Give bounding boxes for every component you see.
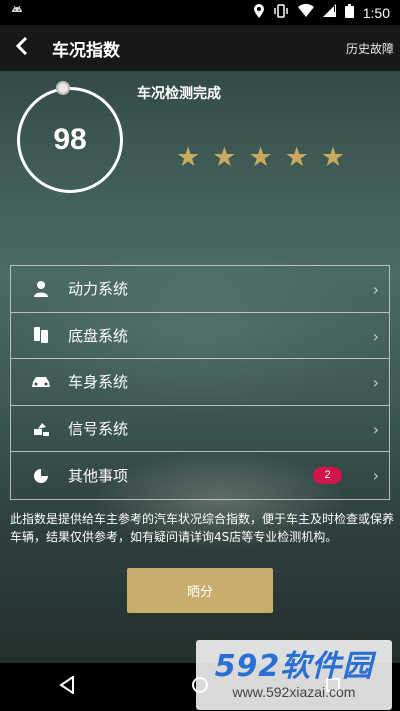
chevron-right-icon: › xyxy=(372,280,379,299)
chevron-right-icon: › xyxy=(372,373,379,393)
pie-icon xyxy=(29,464,53,488)
system-item-power[interactable]: 动力系统 › xyxy=(11,266,389,313)
watermark: 592软件园 www.592xiazai.com xyxy=(196,640,392,710)
star-rating: ★ ★ ★ ★ ★ xyxy=(176,144,345,171)
system-label: 车身系统 xyxy=(68,373,129,392)
system-item-signal[interactable]: 信号系统 › xyxy=(11,406,389,453)
page-title: 车况指数 xyxy=(52,40,120,61)
system-item-body[interactable]: 车身系统 › xyxy=(11,359,389,406)
system-item-chassis[interactable]: 底盘系统 › xyxy=(11,313,389,360)
chevron-right-icon: › xyxy=(372,326,379,346)
score-value: 98 xyxy=(53,123,87,156)
car-icon xyxy=(29,370,53,394)
app-header: 车况指数 历史故障 xyxy=(0,25,400,71)
clock: 1:50 xyxy=(362,4,390,21)
triangle-back-icon xyxy=(58,675,75,698)
system-label: 信号系统 xyxy=(68,420,129,439)
disclaimer-text: 此指数是提供给车主参考的汽车状况综合指数，便于车主及时检查或保养车辆，结果仅供参… xyxy=(10,512,395,544)
star-icon: ★ xyxy=(212,142,237,173)
star-icon: ★ xyxy=(284,142,309,173)
star-icon: ★ xyxy=(320,142,346,173)
signal-strength-icon xyxy=(322,4,336,21)
system-label: 底盘系统 xyxy=(68,326,129,345)
battery-icon xyxy=(344,3,354,22)
watermark-url: www.592xiazai.com xyxy=(232,684,356,700)
location-icon xyxy=(253,3,264,22)
status-bar: 1:50 xyxy=(0,0,400,25)
system-item-other[interactable]: 其他事项 2 › xyxy=(11,452,389,499)
wifi-icon xyxy=(297,3,314,21)
star-icon: ★ xyxy=(176,142,201,173)
system-label: 动力系统 xyxy=(68,280,129,299)
back-button[interactable] xyxy=(0,25,44,71)
android-icon xyxy=(10,4,24,22)
nav-back-button[interactable] xyxy=(37,663,97,711)
driver-icon xyxy=(29,277,53,301)
chassis-icon xyxy=(29,323,53,347)
chevron-left-icon xyxy=(15,36,28,59)
gauge-knob xyxy=(56,81,70,95)
vibrate-icon xyxy=(273,3,289,22)
system-label: 其他事项 xyxy=(68,467,129,486)
history-faults-button[interactable]: 历史故障 xyxy=(346,40,394,57)
signal-icon xyxy=(29,417,53,441)
watermark-logo: 592软件园 xyxy=(214,649,374,684)
notification-badge: 2 xyxy=(313,467,342,485)
share-score-button[interactable]: 晒分 xyxy=(127,568,273,613)
chevron-right-icon: › xyxy=(372,466,379,486)
score-gauge: 98 xyxy=(17,81,123,193)
star-icon: ★ xyxy=(248,142,273,173)
check-status: 车况检测完成 xyxy=(137,86,221,102)
systems-list: 动力系统 › 底盘系统 › 车身系统 › 信号系统 › 其他事项 2 › xyxy=(10,265,390,500)
chevron-right-icon: › xyxy=(372,419,379,439)
